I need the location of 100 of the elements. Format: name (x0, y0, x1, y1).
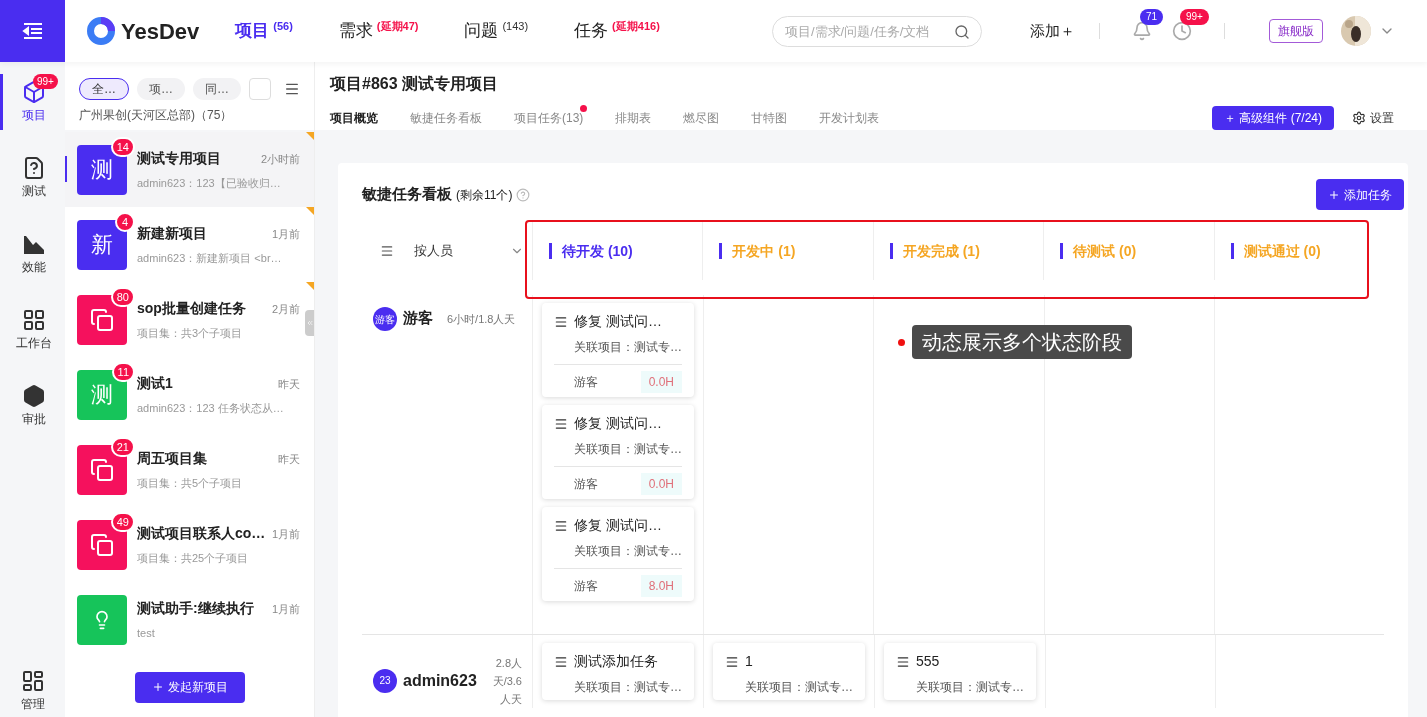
task-assignee: 游客 (574, 578, 598, 595)
plus-icon (151, 681, 164, 693)
task-title: 1 (745, 652, 753, 671)
search-icon (954, 23, 970, 40)
rail-item[interactable]: 效能 (0, 226, 65, 282)
filter-field[interactable] (249, 78, 271, 100)
avatar-letter: 新 (91, 231, 113, 259)
column-marker (1230, 243, 1234, 259)
project-subtitle: test (137, 625, 156, 641)
person-avatar: 游客 (373, 307, 397, 331)
page-tab[interactable]: 排期表 (615, 109, 652, 127)
project-title: sop批量创建任务 (137, 298, 246, 318)
project-time: 1月前 (271, 226, 300, 242)
task-card[interactable]: 测试添加任务 关联项目：测试专… (542, 643, 694, 700)
brand-name: YesDev (121, 17, 200, 46)
column-marker (549, 243, 552, 259)
page-tab[interactable]: 项目任务(13) (514, 109, 584, 127)
rail-item[interactable]: 管理 (20, 669, 45, 713)
grid-icon (22, 308, 46, 332)
bell-icon[interactable] (1132, 21, 1152, 41)
filter-chip[interactable]: 项… (137, 78, 185, 100)
person-name: admin623 (403, 670, 477, 691)
drag-handle-icon (554, 416, 568, 431)
task-project: 关联项目：测试专… (915, 679, 1024, 696)
project-subtitle: 项目集：共5个子项目 (137, 475, 244, 491)
search-field[interactable]: 项目/需求/问题/任务/文档 (772, 15, 982, 47)
drag-handle-icon (554, 314, 568, 329)
project-list-item[interactable]: 测 11 测试1 昨天 admin623：123 任务状态从… (65, 357, 314, 432)
hours-chip: 0.0H (640, 473, 682, 495)
rail-item[interactable]: 审批 (0, 378, 65, 434)
project-list-item[interactable]: 49 测试项目联系人co… 1月前 项目集：共25个子项目 (65, 507, 314, 582)
project-list-item[interactable]: 测试助手:继续执行 1月前 test (65, 582, 314, 657)
menu-icon[interactable] (284, 81, 300, 97)
task-title: 555 (916, 652, 940, 671)
task-project: 关联项目：测试专… (573, 339, 682, 356)
stack-icon (90, 457, 114, 482)
project-subtitle: 项目集：共25个子项目 (137, 550, 250, 566)
add-button[interactable]: 添加＋ (1030, 19, 1075, 43)
menu-toggle-button[interactable] (0, 0, 65, 62)
nav-tab[interactable]: 项目 (56) (235, 18, 293, 44)
new-project-button[interactable]: 发起新项目 (134, 671, 245, 703)
page-tab[interactable]: 开发计划表 (819, 109, 880, 127)
nav-tab[interactable]: 任务 (延期416) (574, 18, 660, 44)
person-workload: 2.8人天/3.6人天 (491, 655, 522, 707)
column-heading: 开发中 (1) (732, 241, 796, 261)
collapse-handle[interactable] (305, 310, 314, 336)
task-assignee: 游客 (574, 374, 598, 391)
project-time: 昨天 (278, 376, 300, 392)
task-project: 关联项目：测试专… (573, 679, 682, 696)
task-title: 修复 测试问… (574, 414, 662, 433)
rail-badge: 99+ (33, 74, 58, 89)
page-tab[interactable]: 敏捷任务看板 (410, 109, 482, 127)
help-icon (516, 187, 531, 202)
nav-tab[interactable]: 需求 (延期47) (338, 18, 419, 44)
drag-handle-icon (725, 654, 739, 669)
unread-badge: 80 (110, 286, 135, 307)
unread-badge: 11 (111, 361, 135, 382)
plus-icon (1328, 188, 1340, 201)
page-tab[interactable]: 甘特图 (751, 109, 788, 127)
task-card[interactable]: 修复 测试问… 关联项目：测试专… 游客 0.0H (542, 303, 694, 397)
project-subtitle: 项目集：共3个子项目 (137, 325, 244, 341)
avatar-letter: 测 (91, 156, 113, 184)
project-list-item[interactable]: 新 4 新建新项目 1月前 admin623：新建新项目 <br… (65, 207, 314, 282)
avatar-letter: 测 (91, 381, 113, 409)
add-task-button[interactable]: 添加任务 (1316, 179, 1404, 210)
task-title: 修复 测试问… (574, 312, 662, 331)
group-by-select[interactable]: 按人员 (362, 241, 532, 261)
column-heading: 待测试 (0) (1073, 241, 1137, 261)
filter-chip[interactable]: 全… (79, 78, 129, 100)
unread-badge: 49 (110, 511, 135, 532)
task-card[interactable]: 555 关联项目：测试专… (884, 643, 1036, 700)
column-marker (1060, 243, 1064, 259)
project-title: 周五项目集 (137, 448, 207, 468)
task-card[interactable]: 修复 测试问… 关联项目：测试专… 游客 0.0H (542, 405, 694, 499)
page-tab[interactable]: 项目概览 (330, 109, 378, 127)
hexagon-icon (22, 384, 46, 408)
project-title: 测试项目联系人co… (137, 523, 266, 543)
task-card[interactable]: 修复 测试问… 关联项目：测试专… 游客 8.0H (542, 507, 694, 601)
list-icon (380, 244, 394, 258)
advanced-components-button[interactable]: ＋ 高级组件 (7/24) (1212, 106, 1334, 130)
task-card[interactable]: 1 关联项目：测试专… (713, 643, 865, 700)
page-tab[interactable]: 燃尽图 (683, 109, 720, 127)
project-list-item[interactable]: 80 sop批量创建任务 2月前 项目集：共3个子项目 (65, 282, 314, 357)
settings-button[interactable]: 设置 (1352, 109, 1394, 127)
project-title: 测试专用项目 (137, 148, 221, 168)
clock-icon[interactable] (1172, 21, 1192, 41)
column-heading: 待开发 (10) (562, 241, 633, 261)
unread-badge: 4 (115, 211, 135, 232)
project-time: 2月前 (271, 301, 300, 317)
person-name: 游客 (403, 308, 433, 328)
task-title: 测试添加任务 (574, 652, 658, 671)
rail-item[interactable]: 测试 (0, 150, 65, 206)
nav-tab[interactable]: 问题 (143) (464, 18, 529, 44)
filter-chip[interactable]: 同… (193, 78, 241, 100)
rail-item[interactable]: 工作台 (0, 302, 65, 358)
project-title-heading: 项目#863 测试专用项目 (330, 74, 500, 94)
project-subtitle: admin623：123 任务状态从… (137, 400, 285, 416)
stack-icon (90, 307, 114, 332)
project-list-item[interactable]: 21 周五项目集 昨天 项目集：共5个子项目 (65, 432, 314, 507)
question-file-icon (22, 156, 46, 180)
